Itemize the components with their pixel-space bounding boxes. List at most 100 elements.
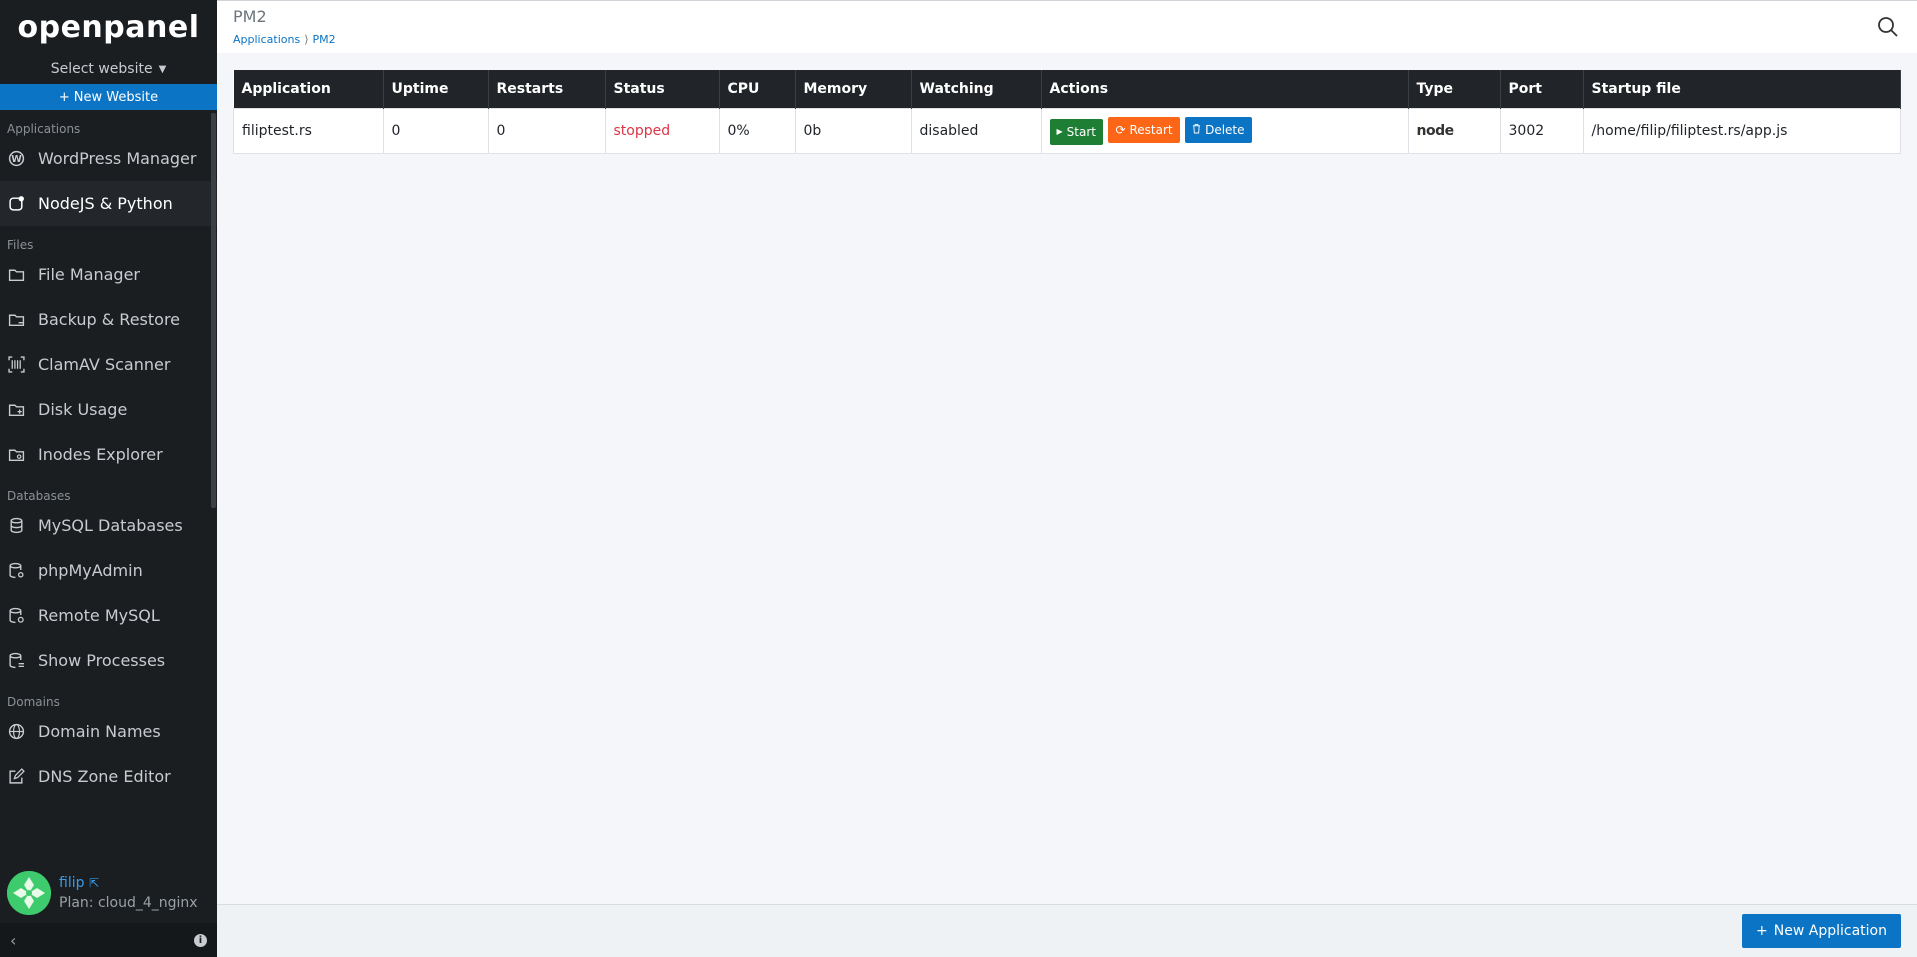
page-title: PM2: [233, 7, 267, 26]
column-header-application: Application: [233, 70, 384, 109]
cell-type: node: [1407, 108, 1501, 154]
cell-startup-file: /home/filip/filiptest.rs/app.js: [1582, 108, 1901, 154]
sidebar-item-domain-names[interactable]: Domain Names: [0, 709, 217, 754]
topbar: PM2 Applications ⟩ PM2: [217, 0, 1917, 53]
barcode-scan-icon: [8, 356, 38, 373]
sidebar-item-label: Remote MySQL: [38, 606, 160, 625]
folder-plus-icon: [8, 401, 38, 418]
database-remote-icon: [8, 607, 38, 624]
avatar[interactable]: [7, 871, 51, 915]
user-name[interactable]: filip: [59, 875, 84, 891]
cell-watching: disabled: [910, 108, 1042, 154]
column-header-uptime: Uptime: [383, 70, 489, 109]
logo[interactable]: openpanel: [0, 0, 217, 54]
collapse-sidebar-icon[interactable]: ‹: [10, 931, 16, 950]
column-header-startup-file: Startup file: [1583, 70, 1901, 109]
chevron-down-icon: ▼: [158, 63, 167, 75]
applications-table: Application Uptime Restarts Status CPU M…: [233, 70, 1901, 154]
sidebar-footer: ‹ i: [0, 923, 217, 957]
nodejs-logo-text: node: [1416, 123, 1455, 139]
new-application-label: New Application: [1773, 923, 1887, 939]
breadcrumb-pm2[interactable]: PM2: [313, 33, 336, 46]
breadcrumb-applications[interactable]: Applications: [233, 33, 300, 46]
user-plan: Plan: cloud_4_nginx: [59, 895, 198, 911]
sidebar-item-label: Inodes Explorer: [38, 445, 163, 464]
footer-bar: + New Application: [217, 904, 1917, 957]
sidebar-item-dns-zone-editor[interactable]: DNS Zone Editor: [0, 754, 217, 799]
sidebar-item-label: NodeJS & Python: [38, 194, 173, 213]
edit-square-icon: [8, 768, 38, 785]
table-row: filiptest.rs 0 0 stopped 0% 0b disabled …: [233, 108, 1901, 154]
breadcrumb: Applications ⟩ PM2: [233, 33, 336, 46]
logout-icon[interactable]: ⇱: [89, 876, 99, 890]
search-icon[interactable]: [1877, 16, 1899, 38]
sidebar-item-phpmyadmin[interactable]: phpMyAdmin: [0, 548, 217, 593]
section-label-applications: Applications: [7, 122, 81, 136]
database-list-icon: [8, 652, 38, 669]
sidebar-item-label: Disk Usage: [38, 400, 128, 419]
section-label-domains: Domains: [7, 695, 60, 709]
sidebar-item-label: File Manager: [38, 265, 140, 284]
sidebar-item-label: ClamAV Scanner: [38, 355, 171, 374]
column-header-type: Type: [1408, 70, 1501, 109]
user-info: filip ⇱ Plan: cloud_4_nginx: [59, 873, 198, 913]
plus-icon: +: [58, 89, 70, 105]
new-website-button[interactable]: + New Website: [0, 84, 217, 110]
play-icon: ▶: [1056, 127, 1063, 137]
column-header-actions: Actions: [1041, 70, 1409, 109]
restart-button[interactable]: ⟳ Restart: [1108, 117, 1180, 144]
cell-actions: ▶ Start ⟳ Restart Delete: [1040, 108, 1409, 154]
column-header-cpu: CPU: [719, 70, 796, 109]
database-gear-icon: [8, 562, 38, 579]
start-label: Start: [1066, 124, 1096, 139]
cell-restarts: 0: [487, 108, 606, 154]
sidebar: openpanel Select website ▼ + New Website…: [0, 0, 217, 957]
sidebar-scrollbar[interactable]: [211, 113, 216, 508]
sidebar-item-label: MySQL Databases: [38, 516, 183, 535]
select-website-label: Select website: [50, 61, 153, 77]
sidebar-item-backup-restore[interactable]: Backup & Restore: [0, 297, 217, 342]
user-block: filip ⇱ Plan: cloud_4_nginx: [0, 863, 217, 923]
sidebar-item-mysql-databases[interactable]: MySQL Databases: [0, 503, 217, 548]
delete-button[interactable]: Delete: [1185, 117, 1252, 144]
column-header-watching: Watching: [911, 70, 1042, 109]
cell-memory: 0b: [794, 108, 912, 154]
column-header-restarts: Restarts: [488, 70, 606, 109]
sidebar-item-inodes-explorer[interactable]: Inodes Explorer: [0, 432, 217, 477]
content-area: Application Uptime Restarts Status CPU M…: [217, 53, 1917, 154]
folder-search-icon: [8, 446, 38, 463]
new-application-button[interactable]: + New Application: [1742, 914, 1901, 948]
cell-uptime: 0: [382, 108, 489, 154]
folder-icon: [8, 266, 38, 283]
info-icon[interactable]: i: [194, 933, 207, 947]
cell-status: stopped: [604, 108, 720, 154]
delete-label: Delete: [1205, 123, 1245, 138]
restart-icon: ⟳: [1115, 123, 1126, 138]
sidebar-item-label: DNS Zone Editor: [38, 767, 171, 786]
user-name-link[interactable]: filip ⇱: [59, 873, 198, 893]
sidebar-item-disk-usage[interactable]: Disk Usage: [0, 387, 217, 432]
start-button[interactable]: ▶ Start: [1049, 118, 1103, 145]
column-header-port: Port: [1500, 70, 1584, 109]
sidebar-item-label: WordPress Manager: [38, 149, 197, 168]
cell-port: 3002: [1499, 108, 1584, 154]
sidebar-item-clamav-scanner[interactable]: ClamAV Scanner: [0, 342, 217, 387]
database-icon: [8, 517, 38, 534]
sidebar-item-nodejs-python[interactable]: NodeJS & Python: [0, 181, 217, 226]
globe-icon: [8, 723, 38, 740]
sidebar-item-label: Show Processes: [38, 651, 166, 670]
column-header-status: Status: [605, 70, 720, 109]
sidebar-item-wordpress-manager[interactable]: W WordPress Manager: [0, 136, 217, 181]
table-header: Application Uptime Restarts Status CPU M…: [233, 70, 1901, 109]
breadcrumb-separator-icon: ⟩: [304, 33, 309, 46]
sidebar-item-remote-mysql[interactable]: Remote MySQL: [0, 593, 217, 638]
sidebar-item-label: phpMyAdmin: [38, 561, 143, 580]
nodejs-logo-icon: node: [1416, 123, 1455, 139]
sidebar-item-file-manager[interactable]: File Manager: [0, 252, 217, 297]
trash-icon: [1192, 123, 1201, 137]
column-header-memory: Memory: [795, 70, 912, 109]
sidebar-item-label: Domain Names: [38, 722, 161, 741]
sidebar-item-show-processes[interactable]: Show Processes: [0, 638, 217, 683]
section-label-databases: Databases: [7, 489, 71, 503]
select-website-dropdown[interactable]: Select website ▼: [0, 54, 217, 84]
